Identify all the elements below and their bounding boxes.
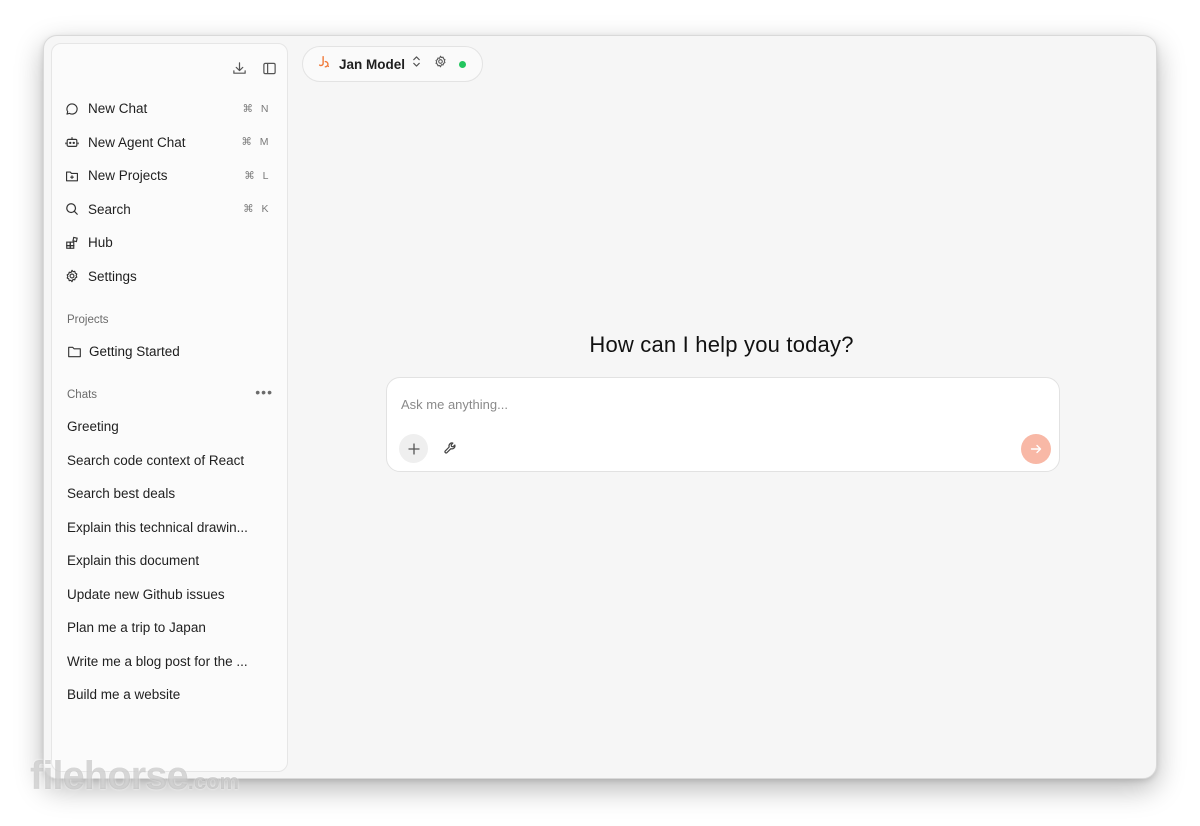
sidebar-item-settings[interactable]: Settings	[52, 260, 287, 294]
chat-item[interactable]: Greeting	[52, 410, 287, 444]
shortcut-hint: ⌘ L	[244, 169, 269, 182]
download-icon[interactable]	[231, 60, 247, 76]
app-window: New Chat ⌘ N New Agent Chat ⌘ M New Proj…	[43, 35, 1157, 779]
chat-item[interactable]: Search best deals	[52, 477, 287, 511]
sidebar-item-hub[interactable]: Hub	[52, 226, 287, 260]
arrow-right-icon	[1030, 444, 1042, 454]
watermark-suffix: .com	[187, 769, 240, 794]
welcome-heading: How can I help you today?	[589, 332, 854, 357]
folder-plus-icon	[64, 168, 80, 184]
status-indicator	[459, 60, 467, 68]
chat-item[interactable]: Explain this document	[52, 544, 287, 578]
sidebar-item-search[interactable]: Search ⌘ K	[52, 193, 287, 227]
jan-logo-icon	[317, 55, 331, 74]
shortcut-hint: ⌘ M	[241, 136, 269, 149]
chat-list: Greeting Search code context of React Se…	[52, 410, 287, 712]
sidebar-item-label: Settings	[88, 268, 137, 284]
chat-item[interactable]: Build me a website	[52, 678, 287, 712]
tools-wrench-icon[interactable]	[443, 441, 458, 461]
hub-icon	[64, 235, 80, 251]
sidebar-toggle-icon[interactable]	[261, 60, 277, 76]
sidebar-item-label: New Agent Chat	[88, 134, 186, 150]
chat-item[interactable]: Search code context of React	[52, 444, 287, 478]
sidebar-top-actions	[231, 60, 277, 76]
chat-item[interactable]: Explain this technical drawin...	[52, 511, 287, 545]
shortcut-hint: ⌘ K	[243, 203, 269, 216]
sidebar-item-label: New Projects	[88, 168, 168, 184]
watermark: filehorse.com	[30, 754, 239, 799]
chat-item[interactable]: Update new Github issues	[52, 578, 287, 612]
sidebar-item-new-agent-chat[interactable]: New Agent Chat ⌘ M	[52, 126, 287, 160]
model-settings-icon[interactable]	[434, 55, 447, 73]
robot-icon	[64, 134, 80, 150]
chat-composer	[386, 377, 1060, 472]
welcome-area: How can I help you today?	[44, 332, 1156, 358]
gear-icon	[64, 268, 80, 284]
chats-more-icon[interactable]: •••	[255, 384, 273, 400]
plus-icon	[407, 442, 420, 455]
chevron-up-down-icon	[411, 55, 422, 73]
sidebar-item-label: Search	[88, 201, 131, 217]
chat-item[interactable]: Write me a blog post for the ...	[52, 645, 287, 679]
chat-item[interactable]: Plan me a trip to Japan	[52, 611, 287, 645]
sidebar-item-label: New Chat	[88, 101, 148, 117]
watermark-text: filehorse	[30, 754, 189, 798]
send-button[interactable]	[1021, 434, 1051, 464]
sidebar: New Chat ⌘ N New Agent Chat ⌘ M New Proj…	[51, 43, 288, 772]
model-selector[interactable]: Jan Model	[302, 46, 483, 82]
chats-section-label: Chats	[67, 389, 98, 401]
model-name: Jan Model	[339, 56, 406, 72]
chat-input[interactable]	[401, 394, 1021, 414]
sidebar-menu: New Chat ⌘ N New Agent Chat ⌘ M New Proj…	[52, 92, 287, 293]
sidebar-item-label: Hub	[88, 235, 113, 251]
shortcut-hint: ⌘ N	[242, 102, 269, 115]
search-icon	[64, 201, 80, 217]
sidebar-item-new-chat[interactable]: New Chat ⌘ N	[52, 92, 287, 126]
sidebar-item-new-projects[interactable]: New Projects ⌘ L	[52, 159, 287, 193]
add-attachment-button[interactable]	[399, 434, 428, 463]
projects-section-label: Projects	[67, 314, 109, 326]
chat-bubble-icon	[64, 101, 80, 117]
